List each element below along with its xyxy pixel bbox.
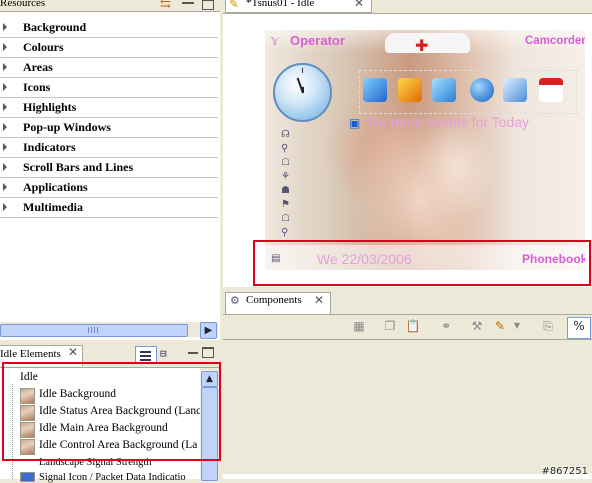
expand-arrow-icon[interactable] [3,23,7,31]
resource-item-label: Scroll Bars and Lines [23,160,134,174]
tree-view-icon[interactable]: ⊟ [160,347,167,360]
sync-icon[interactable]: ⇆ [160,0,171,12]
resource-item-indicators[interactable]: Indicators [0,138,218,158]
link-icon[interactable]: ⚭ [438,318,454,334]
copy-icon[interactable]: ❐ [382,318,398,334]
maximize-icon[interactable] [202,0,214,10]
scroll-grip-icon [88,327,98,333]
resource-item-label: Colours [23,40,64,54]
resource-item-icons[interactable]: Icons [0,78,218,98]
resource-item-label: Indicators [23,140,76,154]
resource-item-background[interactable]: Background [0,18,218,38]
minimize-icon[interactable] [182,0,194,4]
expand-arrow-icon[interactable] [3,103,7,111]
phone-preview[interactable]: ✚ 𝕐 Operator Camcorder ▣ No more events … [265,30,585,270]
expand-arrow-icon[interactable] [3,83,7,91]
operator-label[interactable]: Operator [290,33,345,48]
editor-tab-label: *Tsnus01 - Idle [246,0,315,9]
camcorder-label[interactable]: Camcorder [525,35,585,47]
analog-clock-icon [273,63,332,122]
globe-icon[interactable] [470,78,494,102]
resource-item-label: Areas [23,60,53,74]
wand-icon[interactable]: ⚒ [469,318,485,334]
status-indicators: ☊ ⚲ ☖ ⚘ ☗ ⚑ ☖ ⚲ [281,129,290,238]
paste-icon[interactable]: 📋 [405,318,421,334]
signal-icon: 𝕐 [271,35,279,48]
resource-item-label: Background [23,20,87,34]
watermark: #867251 [541,466,588,477]
minimize-icon[interactable] [188,352,198,354]
pencil-icon: ✎ [229,0,240,11]
resource-item-label: Applications [23,180,88,194]
close-icon[interactable]: ✕ [68,345,78,359]
export-icon[interactable]: ⎘ [540,318,556,334]
maximize-icon[interactable] [202,347,214,358]
components-body [223,340,592,479]
resource-item-applications[interactable]: Applications [0,178,218,198]
expand-arrow-icon[interactable] [3,183,7,191]
close-icon[interactable]: ✕ [314,293,324,307]
expand-arrow-icon[interactable] [3,63,7,71]
resource-item-label: Highlights [23,100,77,114]
expand-arrow-icon[interactable] [3,203,7,211]
scroll-right-arrow-icon[interactable]: ▶ [200,322,217,339]
resource-item-label: Icons [23,80,51,94]
expand-arrow-icon[interactable] [3,163,7,171]
resource-item-label: Multimedia [23,200,83,214]
gallery-icon[interactable] [432,78,456,102]
resource-item-highlights[interactable]: Highlights [0,98,218,118]
dropdown-arrow-icon[interactable]: ▼ [509,318,525,334]
music-icon[interactable] [398,78,422,102]
idle-elements-title: Idle Elements [0,348,61,360]
cross-icon: ✚ [415,36,429,55]
tree-item[interactable]: Signal Icon / Packet Data Indicatio [39,472,186,483]
resources-title: Resources [0,0,52,9]
properties-icon[interactable]: ▦ [351,318,367,334]
edit-icon[interactable]: ✎ [492,318,508,334]
resource-item-multimedia[interactable]: Multimedia [0,198,218,218]
components-icon: ⚙ [230,294,240,307]
resource-item-areas[interactable]: Areas [0,58,218,78]
calendar-day-icon[interactable] [539,78,563,102]
resource-item-label: Pop-up Windows [23,120,111,134]
close-icon[interactable]: ✕ [354,0,364,10]
components-title: Components [246,294,302,306]
messaging-icon[interactable] [503,78,527,102]
events-icon: ▣ [349,116,361,130]
highlight-box [2,362,221,461]
resource-item-colours[interactable]: Colours [0,38,218,58]
expand-arrow-icon[interactable] [3,143,7,151]
signal-icon [20,472,35,482]
components-statusline [223,474,592,479]
percent-toggle-icon[interactable]: % [567,317,591,339]
expand-arrow-icon[interactable] [3,43,7,51]
expand-arrow-icon[interactable] [3,123,7,131]
events-text: No more events for Today [369,114,530,130]
highlight-box [253,240,591,286]
resource-item-scroll-bars[interactable]: Scroll Bars and Lines [0,158,218,178]
calendar-icon[interactable] [363,78,387,102]
resource-item-popup-windows[interactable]: Pop-up Windows [0,118,218,138]
